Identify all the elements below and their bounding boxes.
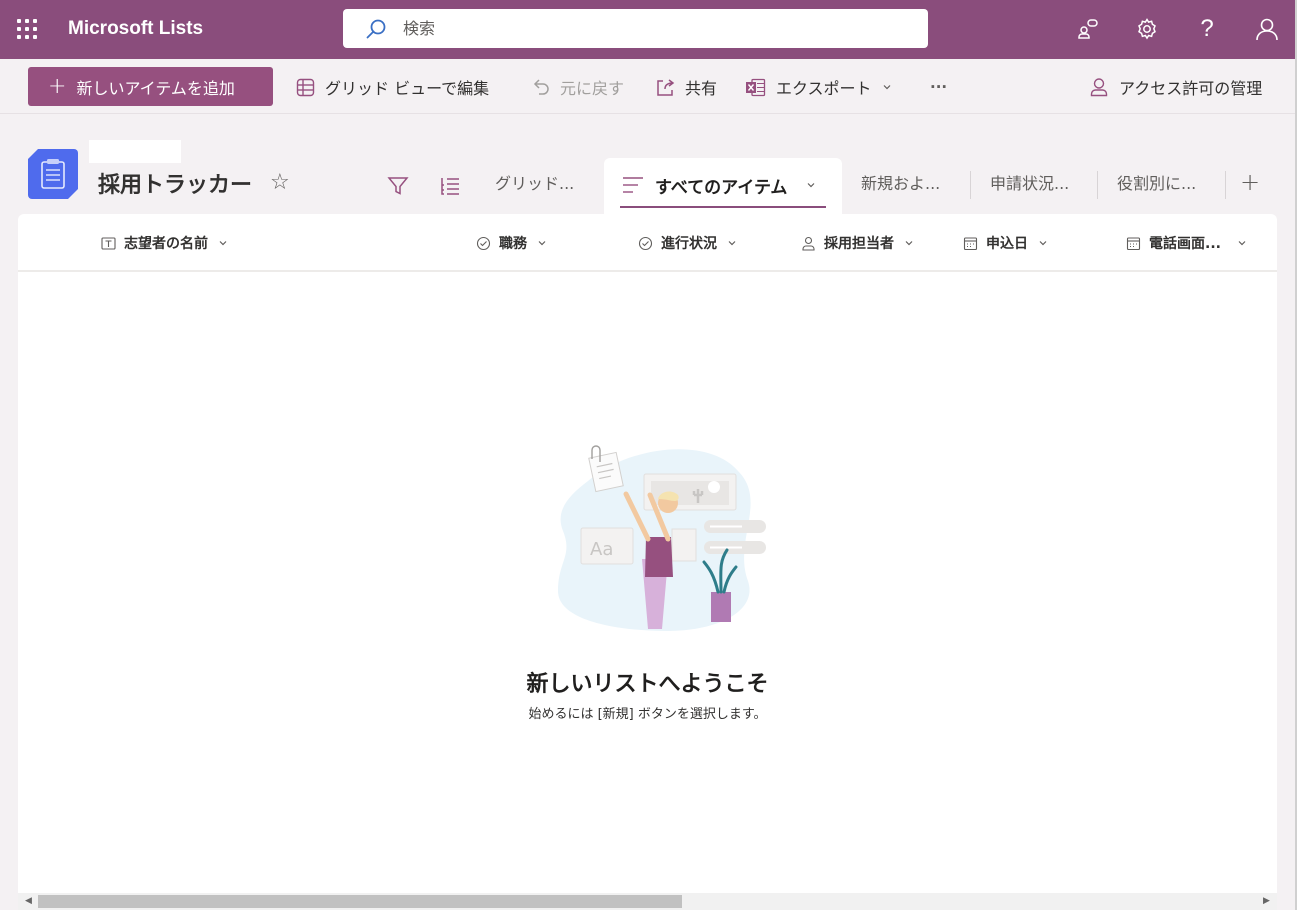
column-header-application-date[interactable]: 申込日 xyxy=(963,232,1048,254)
list-view-card: 志望者の名前 職務 進行状況 採用担当者 申込日 電話画面... Aa 新しいリ… xyxy=(18,214,1277,910)
text-icon xyxy=(101,236,116,251)
chevron-down-icon xyxy=(807,183,815,188)
list-title: 採用トラッカー xyxy=(98,173,253,198)
header-divider xyxy=(18,270,1277,272)
chevron-down-icon xyxy=(727,238,737,248)
welcome-subtitle: 始めるには [新規] ボタンを選択します。 xyxy=(528,707,767,722)
add-view-button[interactable]: + xyxy=(1240,170,1260,194)
column-label: 採用担当者 xyxy=(824,236,894,252)
tab-divider xyxy=(1097,171,1098,199)
tab-divider xyxy=(1225,171,1226,199)
waffle-icon[interactable] xyxy=(14,16,40,42)
grid-edit-label: グリッド ビューで編集 xyxy=(325,79,490,98)
column-header-phone-screen[interactable]: 電話画面... xyxy=(1126,232,1247,254)
tab-divider xyxy=(970,171,971,199)
chevron-down-icon xyxy=(904,238,914,248)
add-new-item-label: 新しいアイテムを追加 xyxy=(76,78,235,98)
excel-icon xyxy=(746,78,766,96)
share-icon xyxy=(657,78,675,96)
suite-bar: Microsoft Lists ? xyxy=(0,0,1297,59)
view-format-icon[interactable] xyxy=(438,174,462,198)
empty-list-illustration: Aa xyxy=(558,445,766,631)
person-icon xyxy=(1090,78,1108,97)
scrollbar-thumb[interactable] xyxy=(38,895,682,908)
column-label: 職務 xyxy=(499,236,527,252)
chevron-down-icon xyxy=(537,238,547,248)
chevron-down-icon xyxy=(218,238,228,248)
column-header-recruiter[interactable]: 採用担当者 xyxy=(801,232,914,254)
share-button[interactable]: 共有 xyxy=(655,73,717,101)
chevron-down-icon xyxy=(1038,238,1048,248)
favorite-star-icon[interactable]: ☆ xyxy=(270,170,290,195)
add-new-item-button[interactable]: + 新しいアイテムを追加 xyxy=(28,67,273,106)
tab-all-items-label: すべてのアイテム xyxy=(655,178,788,198)
app-title[interactable]: Microsoft Lists xyxy=(68,18,203,40)
grid-edit-button[interactable]: グリッド ビューで編集 xyxy=(296,73,489,101)
column-header-applicant-name[interactable]: 志望者の名前 xyxy=(101,232,228,254)
gear-icon[interactable] xyxy=(1132,14,1162,44)
manage-access-button[interactable]: アクセス許可の管理 xyxy=(1089,73,1262,101)
welcome-title: 新しいリストへようこそ xyxy=(526,672,769,697)
column-label: 電話画面... xyxy=(1149,236,1221,252)
column-header-progress[interactable]: 進行状況 xyxy=(638,232,737,254)
search-icon xyxy=(366,19,386,39)
tab-new[interactable]: 新規およ... xyxy=(861,170,940,194)
active-tab-underline xyxy=(620,206,826,208)
plus-icon: + xyxy=(48,73,67,99)
tab-by-role[interactable]: 役割別に... xyxy=(1117,170,1196,194)
undo-button[interactable]: 元に戻す xyxy=(531,73,624,101)
column-label: 申込日 xyxy=(986,236,1028,252)
export-button[interactable]: エクスポート xyxy=(745,73,892,101)
chevron-down-icon xyxy=(883,85,890,90)
illustration-text: Aa xyxy=(590,539,613,560)
export-label: エクスポート xyxy=(776,79,872,98)
account-icon[interactable] xyxy=(1252,14,1282,44)
chevron-down-icon xyxy=(1237,238,1247,248)
list-icon xyxy=(28,149,78,199)
tab-application-status[interactable]: 申請状況... xyxy=(990,170,1069,194)
filter-icon[interactable] xyxy=(386,174,410,198)
scroll-right-arrow-icon[interactable]: ▶ xyxy=(1263,896,1270,906)
command-bar: + 新しいアイテムを追加 グリッド ビューで編集 元に戻す 共有 エクスポート … xyxy=(0,59,1297,114)
calendar-icon xyxy=(1126,236,1141,251)
site-name-placeholder xyxy=(89,140,181,163)
grid-icon xyxy=(296,78,315,96)
more-icon[interactable]: ··· xyxy=(930,73,947,101)
help-icon[interactable]: ? xyxy=(1192,14,1222,44)
search-input[interactable] xyxy=(403,15,903,42)
list-view-icon xyxy=(623,177,643,193)
tab-all-items[interactable]: すべてのアイテム xyxy=(604,158,842,214)
choice-icon xyxy=(638,236,653,251)
search-box[interactable] xyxy=(343,9,928,48)
share-people-icon[interactable] xyxy=(1073,14,1103,44)
tab-grid[interactable]: グリッド... xyxy=(495,170,574,194)
choice-icon xyxy=(476,236,491,251)
column-header-job[interactable]: 職務 xyxy=(476,232,547,254)
column-label: 進行状況 xyxy=(661,236,717,252)
horizontal-scrollbar[interactable]: ◀ ▶ xyxy=(18,893,1277,910)
scroll-left-arrow-icon[interactable]: ◀ xyxy=(25,896,32,906)
undo-icon xyxy=(533,78,549,95)
calendar-icon xyxy=(963,236,978,251)
share-label: 共有 xyxy=(685,79,718,98)
manage-access-label: アクセス許可の管理 xyxy=(1119,79,1263,98)
undo-label: 元に戻す xyxy=(560,79,625,98)
person-icon xyxy=(801,236,816,251)
column-label: 志望者の名前 xyxy=(124,236,208,252)
